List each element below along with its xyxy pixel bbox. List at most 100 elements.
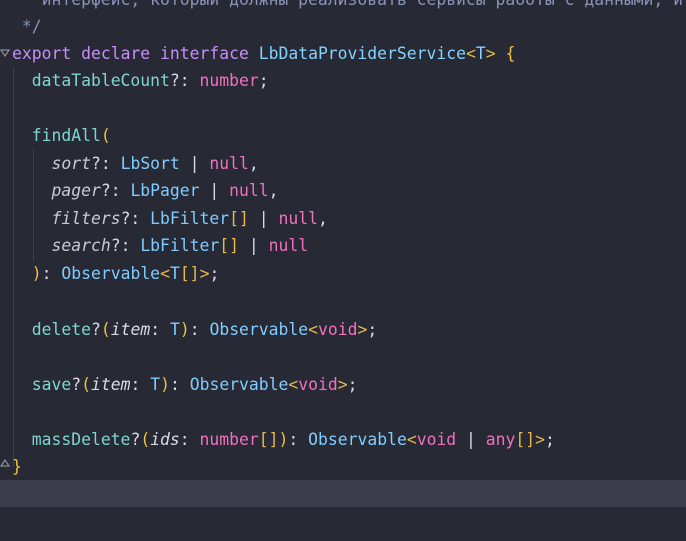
code-token: ; (545, 430, 555, 449)
code-token: > (485, 44, 496, 63)
code-token: ; (367, 320, 378, 339)
code-token: number (199, 71, 259, 90)
code-token: save (31, 375, 72, 394)
code-line[interactable]: massDelete?(ids: number []): Observable<v… (12, 426, 555, 453)
code-token: { (505, 44, 516, 63)
code-token: delete (31, 320, 91, 339)
code-token: Observable (189, 375, 289, 394)
code-token: void (318, 320, 358, 339)
code-token: : (169, 375, 190, 394)
code-token: T (169, 264, 180, 283)
code-token: ?: (169, 71, 200, 90)
code-token: LbDataProviderService (258, 44, 466, 63)
code-token: : (41, 264, 62, 283)
code-token: ; (209, 264, 220, 283)
code-token: ? (90, 320, 101, 339)
code-token: < (406, 430, 417, 449)
code-token: null (229, 181, 269, 200)
code-token: LbPager (130, 181, 200, 200)
code-token: [] (515, 430, 536, 449)
code-line[interactable]: delete?(item: T): Observable<void>; (12, 316, 378, 343)
code-token: , (317, 209, 328, 228)
code-token: > (337, 375, 348, 394)
code-line[interactable]: findAll( (12, 122, 111, 149)
code-token: | (199, 181, 230, 200)
code-line[interactable]: pager?: LbPager | null, (12, 177, 278, 204)
code-token: sort (51, 154, 91, 173)
code-line[interactable]: save?(item: T): Observable<void>; (12, 371, 358, 398)
code-token: : (179, 430, 200, 449)
code-line[interactable]: dataTableCount?: number; (12, 67, 269, 94)
code-token: search (51, 236, 111, 255)
code-token: ; (258, 71, 269, 90)
code-token: number (199, 430, 259, 449)
code-token: pager (51, 181, 101, 200)
code-line[interactable]: filters?: LbFilter[] | null, (12, 205, 328, 232)
code-token: ( (140, 430, 151, 449)
code-token: ids (150, 430, 180, 449)
code-token: export (12, 44, 72, 63)
code-line[interactable]: ): Observable<T[]>; (12, 260, 220, 287)
code-token: > (199, 264, 210, 283)
code-line[interactable]: */ (12, 13, 42, 40)
code-token: ) (179, 320, 190, 339)
code-token: Observable (61, 264, 161, 283)
code-token: ) (31, 264, 42, 283)
current-line-highlight (0, 480, 686, 507)
code-token: ?: (110, 236, 141, 255)
code-token: [] (229, 209, 249, 228)
code-token: ) (160, 375, 170, 394)
code-token: ?: (120, 209, 151, 228)
code-token: Observable (308, 430, 407, 449)
code-line[interactable]: * интерфейс, который должны реализовать … (12, 0, 683, 13)
code-token: ( (100, 126, 111, 145)
code-token: massDelete (31, 430, 131, 449)
code-token: [] (219, 236, 240, 255)
code-line[interactable]: } (12, 453, 22, 480)
code-token: | (239, 236, 269, 255)
code-token: < (288, 375, 299, 394)
fold-end-icon[interactable] (0, 458, 10, 468)
code-line[interactable]: search?: LbFilter[] | null (12, 232, 308, 259)
code-token: null (278, 209, 318, 228)
code-token: declare (81, 44, 151, 63)
code-token: : (288, 430, 309, 449)
code-line[interactable]: sort?: LbSort | null, (12, 150, 259, 177)
code-token: | (456, 430, 486, 449)
code-token: ?: (90, 154, 121, 173)
code-token: T (475, 44, 486, 63)
code-editor[interactable]: * интерфейс, который должны реализовать … (0, 0, 686, 541)
code-token: : (130, 375, 151, 394)
code-token: : (189, 320, 210, 339)
code-token: , (268, 181, 279, 200)
code-token: ? (130, 430, 141, 449)
code-token: , (248, 154, 259, 173)
code-token: ? (71, 375, 82, 394)
code-token: void (416, 430, 457, 449)
code-token: > (357, 320, 368, 339)
code-line[interactable]: export declare interface LbDataProviderS… (12, 40, 515, 67)
fold-chevron-icon[interactable] (0, 48, 10, 58)
code-token: ?: (100, 181, 131, 200)
code-token: T (150, 375, 161, 394)
code-token: void (298, 375, 338, 394)
code-token: LbFilter (140, 236, 220, 255)
code-token: < (465, 44, 476, 63)
code-token: | (179, 154, 210, 173)
code-token: Observable (209, 320, 309, 339)
code-token: ) (278, 430, 289, 449)
code-token: dataTableCount (31, 71, 170, 90)
code-token: ( (100, 320, 111, 339)
code-token: null (209, 154, 249, 173)
code-token: : (150, 320, 170, 339)
